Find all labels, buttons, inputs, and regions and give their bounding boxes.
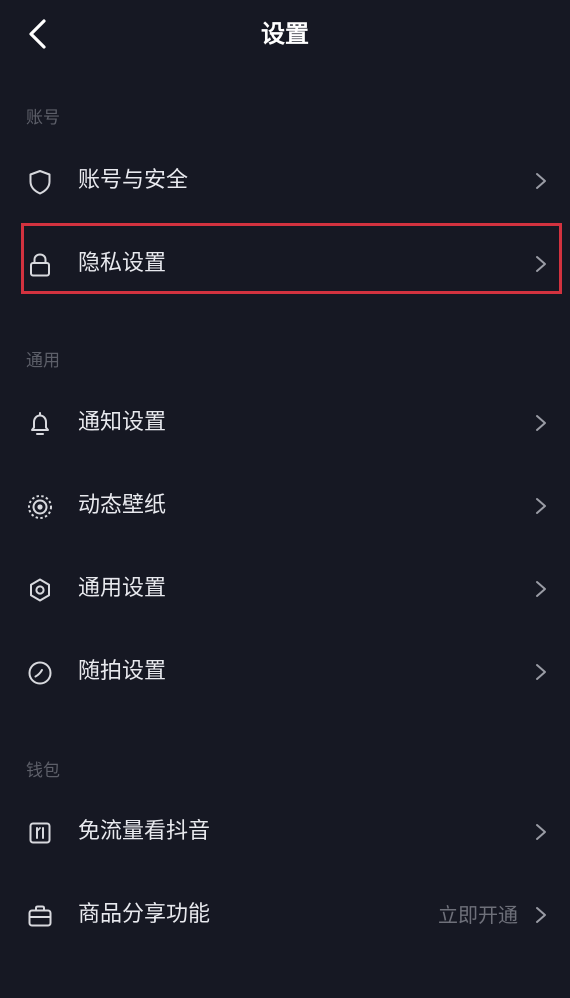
- dynamic-wallpaper-icon: [26, 493, 54, 521]
- settings-item-label: 隐私设置: [78, 251, 167, 276]
- gear-icon: [26, 576, 54, 604]
- briefcase-icon: [26, 902, 54, 930]
- settings-item-notifications[interactable]: 通知设置: [0, 388, 570, 458]
- chevron-right-icon: [534, 821, 548, 843]
- settings-item-label: 通用设置: [78, 576, 167, 601]
- data-free-icon: [26, 819, 54, 847]
- chevron-right-icon: [534, 412, 548, 434]
- bell-icon: [26, 410, 54, 438]
- settings-item-label: 免流量看抖音: [78, 819, 211, 844]
- settings-item-product-share[interactable]: 商品分享功能 立即开通: [0, 880, 570, 950]
- settings-item-value: 立即开通: [438, 903, 518, 927]
- settings-item-label: 商品分享功能: [78, 902, 211, 927]
- top-bar: 设置: [0, 0, 570, 68]
- settings-item-label: 随拍设置: [78, 659, 167, 684]
- settings-item-casual-shot[interactable]: 随拍设置: [0, 637, 570, 707]
- settings-item-label: 账号与安全: [78, 168, 189, 193]
- section-label-wallet: 钱包: [26, 761, 60, 781]
- settings-item-label: 通知设置: [78, 410, 167, 435]
- settings-item-data-free[interactable]: 免流量看抖音: [0, 797, 570, 867]
- chevron-right-icon: [534, 661, 548, 683]
- chevron-right-icon: [534, 578, 548, 600]
- section-label-general: 通用: [26, 351, 60, 371]
- section-label-account: 账号: [26, 108, 60, 128]
- chevron-right-icon: [534, 904, 548, 926]
- lock-icon: [26, 251, 54, 279]
- shield-icon: [26, 168, 54, 196]
- settings-item-general[interactable]: 通用设置: [0, 554, 570, 624]
- chevron-right-icon: [534, 170, 548, 192]
- chevron-right-icon: [534, 495, 548, 517]
- settings-item-account-security[interactable]: 账号与安全: [0, 146, 570, 216]
- settings-item-dynamic-wallpaper[interactable]: 动态壁纸: [0, 471, 570, 541]
- casual-shot-icon: [26, 659, 54, 687]
- settings-item-label: 动态壁纸: [78, 493, 167, 518]
- settings-item-privacy[interactable]: 隐私设置: [0, 229, 570, 299]
- page-title: 设置: [261, 20, 309, 48]
- chevron-right-icon: [534, 253, 548, 275]
